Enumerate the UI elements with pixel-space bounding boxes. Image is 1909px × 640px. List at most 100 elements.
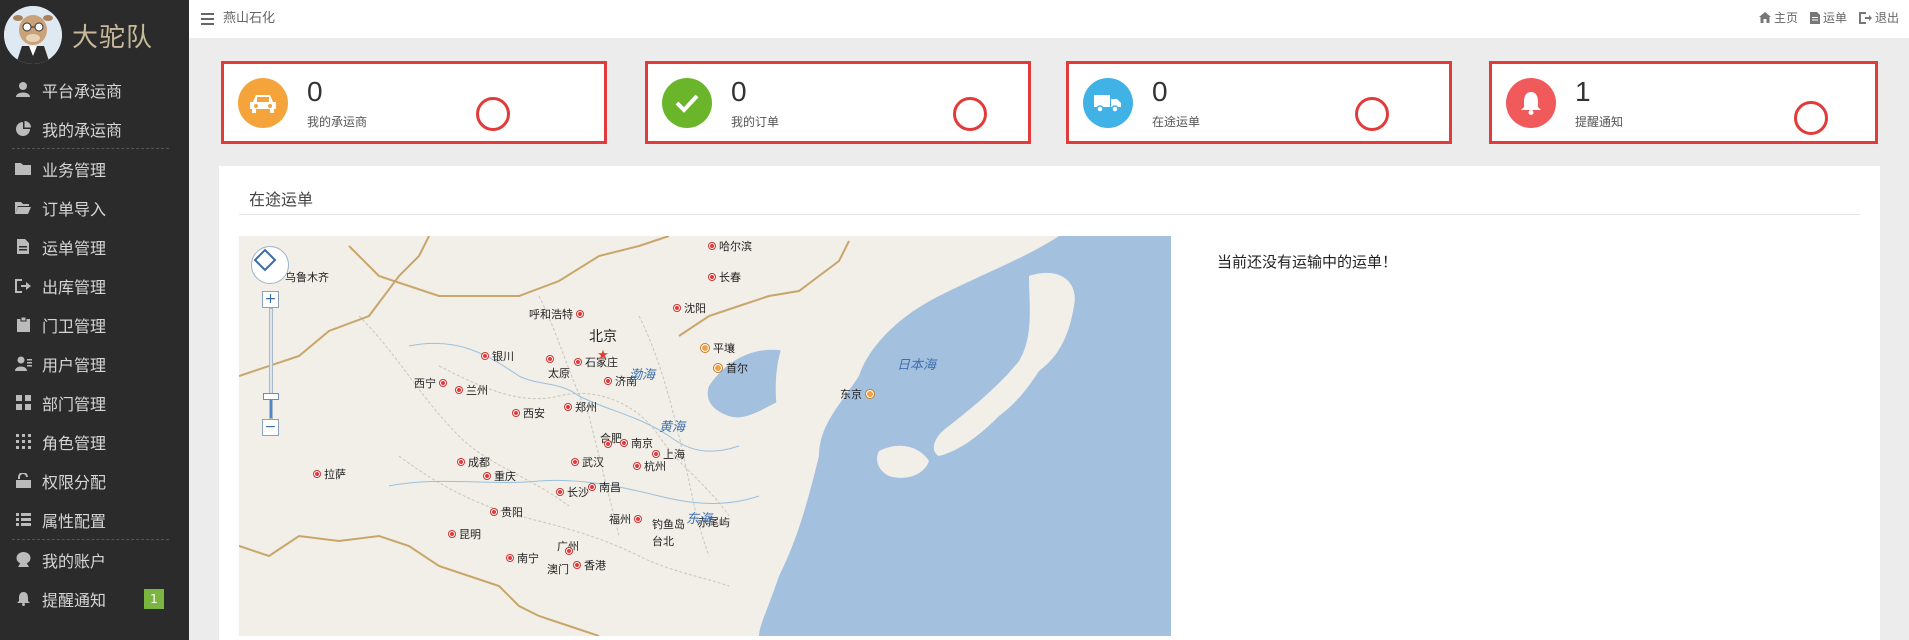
bell-icon [14,591,32,607]
home-icon [1758,12,1771,23]
sidebar-item[interactable]: 出库管理 [0,266,189,305]
grid-icon [14,395,32,411]
city-label: 昆明 [449,526,481,542]
car-icon [238,78,288,128]
sidebar-item[interactable]: 角色管理 [0,422,189,461]
waybill-link-label: 运单 [1822,11,1847,25]
stat-label: 在途运单 [1152,115,1201,129]
map-view[interactable]: 哈尔滨 乌鲁木齐 长春 沈阳 呼和浩特 平壤 首尔 银川 石家庄 太原 济南 西… [239,236,1171,636]
sea-label: 黄海 [659,420,686,435]
stat-ring-marker [476,97,510,131]
in-transit-panel: 在途运单 哈尔滨 乌鲁木齐 长春 沈阳 呼和浩特 平壤 首尔 银川 石家庄 太原… [219,166,1880,640]
city-label: 哈尔滨 [709,238,752,254]
sidebar-item[interactable]: 提醒通知 1 [0,579,189,618]
stat-label: 我的承运商 [307,115,368,129]
city-label: 台北 [652,535,674,548]
sidebar-item[interactable]: 属性配置 [0,500,189,539]
panel-title: 在途运单 [249,190,314,209]
zoom-slider-thumb[interactable] [263,392,279,400]
city-label: 南昌 [589,479,621,495]
sidebar-item[interactable]: 部门管理 [0,383,189,422]
sidebar-item[interactable]: 订单导入 [0,188,189,227]
stat-card-notifications[interactable]: 1 提醒通知 [1489,61,1878,144]
list-icon [14,512,32,528]
sidebar-item-label: 用户管理 [42,355,107,375]
sidebar-item[interactable]: 权限分配 [0,461,189,500]
sidebar-item-label: 门卫管理 [42,316,107,336]
city-label: 郑州 [565,399,597,415]
city-label [547,356,553,362]
sidebar-item-label: 平台承运商 [42,81,123,101]
stat-card-orders[interactable]: 0 我的订单 [645,61,1031,144]
city-label: 武汉 [572,454,604,470]
account-icon [14,552,32,568]
city-label: 西宁 [414,375,446,391]
folder-icon [14,161,32,177]
file-icon [1809,11,1820,24]
sidebar-item[interactable]: 用户管理 [0,344,189,383]
capital-star-icon: ★ [597,348,609,363]
city-label: 银川 [482,348,514,364]
sidebar-item[interactable]: 门卫管理 [0,305,189,344]
sidebar-item-label: 订单导入 [42,199,107,219]
stat-label: 提醒通知 [1575,115,1624,129]
sidebar-item-label: 属性配置 [42,511,107,531]
sidebar-nav: 平台承运商我的承运商业务管理订单导入运单管理出库管理门卫管理用户管理部门管理角色… [0,70,189,618]
city-label: 拉萨 [314,466,346,482]
check-icon [662,78,712,128]
brand-title: 大驼队 [72,22,154,53]
empty-message: 当前还没有运输中的运单！ [1217,253,1398,271]
zoom-slider[interactable] [269,308,273,419]
city-label: 沈阳 [674,300,706,316]
pan-arrows-icon [253,248,277,272]
city-label [605,441,611,447]
sidebar-item-label: 出库管理 [42,277,107,297]
city-label: 太原 [548,367,570,380]
user-icon [14,82,32,98]
sidebar-item[interactable]: 业务管理 [0,149,189,188]
home-link[interactable]: 主页 [1758,9,1798,26]
stat-card-in-transit[interactable]: 0 在途运单 [1066,61,1452,144]
stat-label: 我的订单 [731,115,780,129]
city-label: 长春 [709,269,741,285]
city-label: 香港 [574,557,606,573]
logout-icon [1858,11,1872,24]
sidebar-item-label: 我的承运商 [42,120,123,140]
map-background [239,236,1171,636]
city-label: 兰州 [456,382,488,398]
sea-label: 东海 [686,512,713,527]
sidebar-item[interactable]: 运单管理 [0,227,189,266]
logout-link-label: 退出 [1874,11,1899,25]
clipboard-icon [14,317,32,333]
zoom-out-button[interactable]: − [262,419,279,436]
sea-label: 日本海 [897,358,937,373]
sidebar-item-label: 提醒通知 [42,590,107,610]
city-label: 首尔 [714,360,748,376]
stat-ring-marker [1355,97,1389,131]
avatar[interactable] [4,6,62,64]
bell-icon [1506,78,1556,128]
sidebar-item[interactable]: 我的账户 [0,540,189,579]
stat-value: 1 [1575,76,1591,107]
sidebar-item[interactable]: 我的承运商 [0,109,189,148]
sidebar-item[interactable]: 平台承运商 [0,70,189,109]
stat-card-carriers[interactable]: 0 我的承运商 [221,61,607,144]
logout-link[interactable]: 退出 [1858,9,1899,26]
map-pan-control[interactable] [251,246,289,284]
sidebar-item-label: 运单管理 [42,238,107,258]
notification-count-badge: 1 [144,589,164,609]
zoom-in-button[interactable]: + [262,291,279,308]
users-icon [14,356,32,372]
top-bar: 燕山石化 主页 运单 退出 [189,0,1909,38]
brand: 大驼队 [0,0,189,70]
sidebar-item-label: 角色管理 [42,433,107,453]
city-label: 杭州 [634,458,666,474]
stat-value: 0 [731,76,747,107]
panel-divider [239,214,1860,215]
waybill-link[interactable]: 运单 [1809,9,1847,26]
menu-toggle-icon[interactable] [201,10,214,25]
stat-value: 0 [1152,76,1168,107]
city-label: 重庆 [484,468,516,484]
sidebar: 大驼队 平台承运商我的承运商业务管理订单导入运单管理出库管理门卫管理用户管理部门… [0,0,189,640]
stat-ring-marker [953,97,987,131]
